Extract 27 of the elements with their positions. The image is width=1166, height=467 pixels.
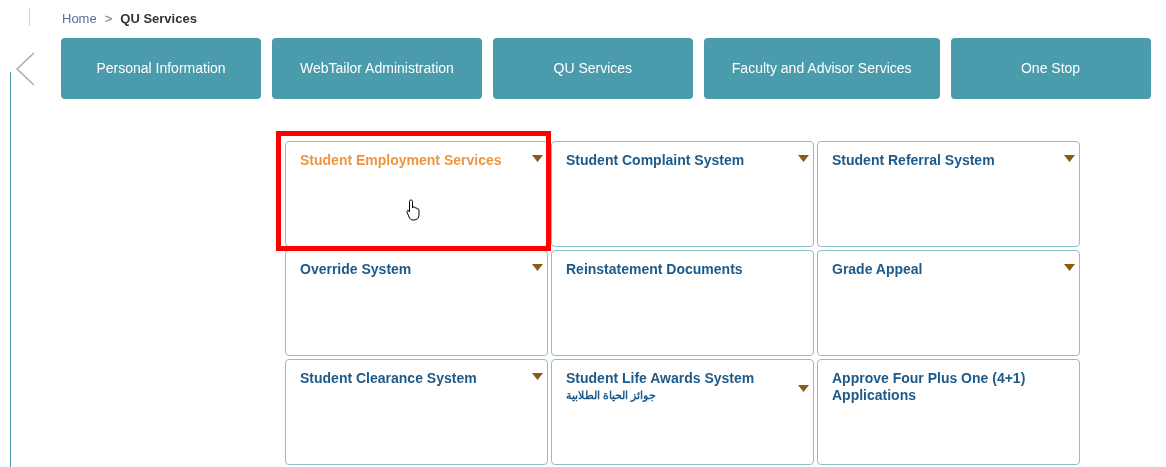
service-card[interactable]: Approve Four Plus One (4+1) Applications	[817, 359, 1080, 465]
service-card[interactable]: Student Complaint System	[551, 141, 814, 247]
card-title: Reinstatement Documents	[566, 261, 744, 278]
dropdown-caret-icon[interactable]	[532, 373, 543, 380]
card-title: Student Employment Services	[300, 152, 503, 169]
service-card[interactable]: Student Referral System	[817, 141, 1080, 247]
service-card[interactable]: Grade Appeal	[817, 250, 1080, 356]
breadcrumb-current: QU Services	[120, 10, 197, 29]
dropdown-caret-icon[interactable]	[532, 155, 543, 162]
breadcrumb-separator: >	[104, 10, 113, 29]
card-title: Student Referral System	[832, 152, 996, 169]
service-card[interactable]: Student Clearance System	[285, 359, 548, 465]
dropdown-caret-icon[interactable]	[1064, 155, 1075, 162]
dropdown-caret-icon[interactable]	[798, 155, 809, 162]
dropdown-caret-icon[interactable]	[1064, 264, 1075, 271]
card-title: Override System	[300, 261, 413, 278]
service-card[interactable]: Reinstatement Documents	[551, 250, 814, 356]
card-subtitle: جوائز الحياة الطلابية	[566, 388, 657, 404]
card-title: Student Complaint System	[566, 152, 746, 169]
breadcrumb-link[interactable]: Home	[62, 9, 97, 29]
card-title: Approve Four Plus One (4+1) Applications	[832, 370, 1027, 404]
dropdown-caret-icon[interactable]	[798, 385, 809, 392]
hand-cursor-icon	[406, 199, 422, 221]
card-title: Student Life Awards System	[566, 370, 756, 387]
dropdown-caret-icon[interactable]	[532, 264, 543, 271]
card-title: Grade Appeal	[832, 261, 924, 278]
card-title: Student Clearance System	[300, 370, 478, 387]
